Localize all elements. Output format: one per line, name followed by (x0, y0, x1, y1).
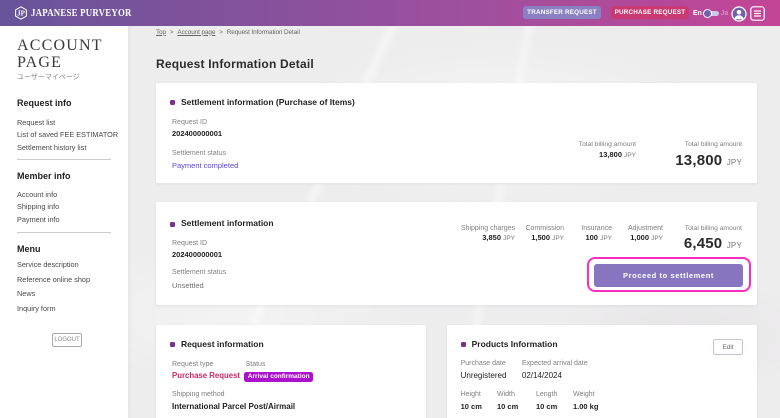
svg-text:JP: JP (17, 10, 26, 18)
